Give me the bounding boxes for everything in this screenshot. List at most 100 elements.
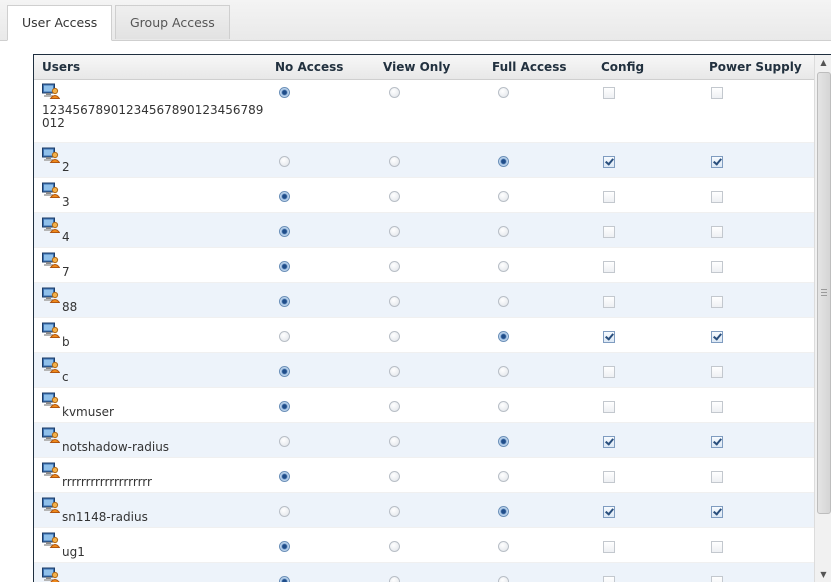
user-name: 88 — [62, 300, 78, 314]
scroll-down-arrow-icon[interactable]: ▼ — [815, 567, 831, 582]
no-access-radio[interactable] — [279, 506, 290, 517]
table-row: b — [34, 318, 814, 353]
config-checkbox[interactable] — [603, 87, 615, 99]
user-name: 12345678901234567890123456789012 — [42, 103, 264, 130]
power-supply-checkbox[interactable] — [711, 87, 723, 99]
power-supply-checkbox[interactable] — [711, 366, 723, 378]
no-access-radio[interactable] — [279, 191, 290, 202]
full-access-radio[interactable] — [498, 261, 509, 272]
table-row: c — [34, 353, 814, 388]
view-only-radio[interactable] — [389, 576, 400, 582]
full-access-radio[interactable] — [498, 366, 509, 377]
power-supply-checkbox[interactable] — [711, 506, 723, 518]
user-name: sn1148-radius — [62, 510, 148, 524]
no-access-radio[interactable] — [279, 156, 290, 167]
full-access-radio[interactable] — [498, 331, 509, 342]
config-checkbox[interactable] — [603, 191, 615, 203]
table-row: rrrrrrrrrrrrrrrrrrr — [34, 458, 814, 493]
user-computer-icon — [42, 497, 61, 513]
config-checkbox[interactable] — [603, 541, 615, 553]
header-config: Config — [601, 60, 645, 74]
power-supply-checkbox[interactable] — [711, 401, 723, 413]
full-access-radio[interactable] — [498, 471, 509, 482]
power-supply-checkbox[interactable] — [711, 331, 723, 343]
user-computer-icon — [42, 462, 61, 478]
no-access-radio[interactable] — [279, 226, 290, 237]
full-access-radio[interactable] — [498, 191, 509, 202]
scrollbar-thumb[interactable] — [817, 72, 831, 514]
power-supply-checkbox[interactable] — [711, 471, 723, 483]
power-supply-checkbox[interactable] — [711, 156, 723, 168]
scrollbar-grip-icon — [821, 289, 827, 296]
full-access-radio[interactable] — [498, 296, 509, 307]
full-access-radio[interactable] — [498, 401, 509, 412]
user-computer-icon — [42, 392, 61, 408]
power-supply-checkbox[interactable] — [711, 576, 723, 582]
view-only-radio[interactable] — [389, 296, 400, 307]
view-only-radio[interactable] — [389, 506, 400, 517]
power-supply-checkbox[interactable] — [711, 296, 723, 308]
no-access-radio[interactable] — [279, 401, 290, 412]
user-computer-icon — [42, 147, 61, 163]
full-access-radio[interactable] — [498, 436, 509, 447]
user-computer-icon — [42, 532, 61, 548]
no-access-radio[interactable] — [279, 87, 290, 98]
view-only-radio[interactable] — [389, 401, 400, 412]
view-only-radio[interactable] — [389, 366, 400, 377]
view-only-radio[interactable] — [389, 331, 400, 342]
no-access-radio[interactable] — [279, 541, 290, 552]
user-name: 4 — [62, 230, 70, 244]
power-supply-checkbox[interactable] — [711, 226, 723, 238]
config-checkbox[interactable] — [603, 436, 615, 448]
view-only-radio[interactable] — [389, 156, 400, 167]
scroll-up-arrow-icon[interactable]: ▲ — [815, 55, 831, 71]
full-access-radio[interactable] — [498, 506, 509, 517]
power-supply-checkbox[interactable] — [711, 436, 723, 448]
config-checkbox[interactable] — [603, 226, 615, 238]
no-access-radio[interactable] — [279, 366, 290, 377]
user-name: 2 — [62, 160, 70, 174]
user-name: rrrrrrrrrrrrrrrrrrr — [62, 475, 152, 489]
config-checkbox[interactable] — [603, 471, 615, 483]
user-computer-icon — [42, 287, 61, 303]
full-access-radio[interactable] — [498, 541, 509, 552]
config-checkbox[interactable] — [603, 506, 615, 518]
full-access-radio[interactable] — [498, 576, 509, 582]
power-supply-checkbox[interactable] — [711, 261, 723, 273]
tab-user-access[interactable]: User Access — [7, 5, 113, 41]
config-checkbox[interactable] — [603, 261, 615, 273]
user-name: ug1 — [62, 545, 85, 559]
tab-group-access[interactable]: Group Access — [115, 5, 230, 39]
config-checkbox[interactable] — [603, 331, 615, 343]
table-row: ug1 — [34, 528, 814, 563]
user-computer-icon — [42, 567, 60, 582]
view-only-radio[interactable] — [389, 261, 400, 272]
view-only-radio[interactable] — [389, 87, 400, 98]
table-row: notshadow-radius — [34, 423, 814, 458]
no-access-radio[interactable] — [279, 261, 290, 272]
full-access-radio[interactable] — [498, 156, 509, 167]
no-access-radio[interactable] — [279, 331, 290, 342]
view-only-radio[interactable] — [389, 226, 400, 237]
full-access-radio[interactable] — [498, 87, 509, 98]
config-checkbox[interactable] — [603, 401, 615, 413]
user-name: 3 — [62, 195, 70, 209]
no-access-radio[interactable] — [279, 296, 290, 307]
view-only-radio[interactable] — [389, 541, 400, 552]
view-only-radio[interactable] — [389, 191, 400, 202]
power-supply-checkbox[interactable] — [711, 191, 723, 203]
table-row: 3 — [34, 178, 814, 213]
config-checkbox[interactable] — [603, 366, 615, 378]
no-access-radio[interactable] — [279, 471, 290, 482]
vertical-scrollbar[interactable]: ▲ ▼ — [814, 55, 831, 582]
full-access-radio[interactable] — [498, 226, 509, 237]
no-access-radio[interactable] — [279, 436, 290, 447]
power-supply-checkbox[interactable] — [711, 541, 723, 553]
config-checkbox[interactable] — [603, 156, 615, 168]
config-checkbox[interactable] — [603, 296, 615, 308]
config-checkbox[interactable] — [603, 576, 615, 582]
view-only-radio[interactable] — [389, 436, 400, 447]
no-access-radio[interactable] — [279, 576, 290, 582]
table-row: 7 — [34, 248, 814, 283]
view-only-radio[interactable] — [389, 471, 400, 482]
